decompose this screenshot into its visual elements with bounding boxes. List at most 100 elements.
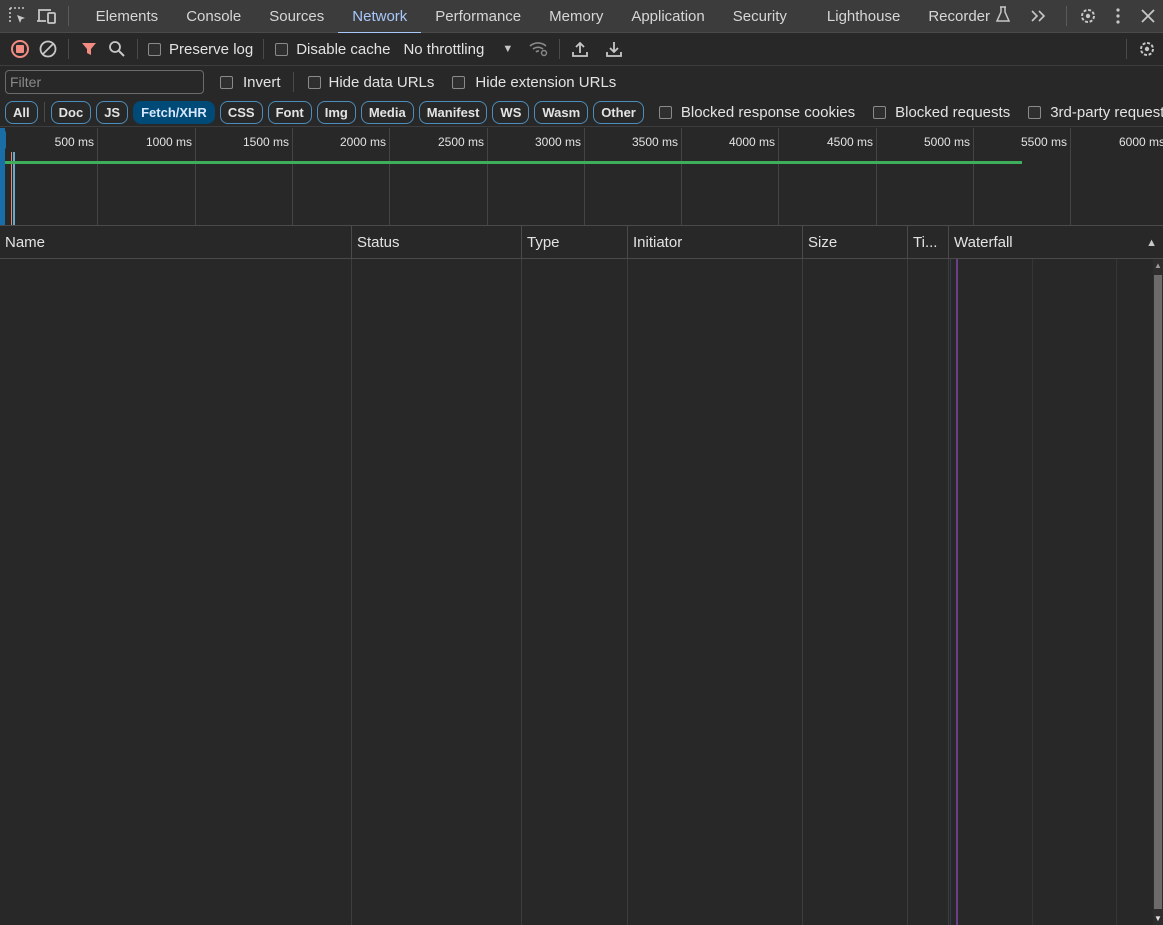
export-har-icon[interactable] [600, 35, 628, 63]
divider [559, 39, 561, 59]
scroll-down-arrow-icon[interactable]: ▼ [1154, 914, 1162, 923]
hide-extension-urls-checkbox[interactable]: Hide extension URLs [452, 74, 616, 91]
overview-tick-label: 1500 ms [242, 135, 289, 149]
filter-icon[interactable] [75, 35, 103, 63]
checkbox-box[interactable] [275, 42, 289, 56]
divider [67, 6, 69, 26]
overview-tick-label: 500 ms [54, 135, 94, 149]
checkbox-box[interactable] [658, 105, 672, 119]
stop-recording-icon[interactable] [6, 35, 34, 63]
filter-chip-manifest[interactable]: Manifest [418, 100, 488, 124]
filter-chip-fetch-xhr[interactable]: Fetch/XHR [133, 100, 215, 124]
network-overview-timeline[interactable]: 500 ms 1000 ms 1500 ms 2000 ms 2500 ms 3000 m… [0, 128, 1163, 226]
overview-gridline [487, 128, 488, 225]
experimental-flask-icon [995, 6, 1011, 26]
tab-memory[interactable]: Memory [535, 0, 617, 33]
device-toolbar-icon[interactable] [33, 0, 62, 33]
tab-performance[interactable]: Performance [421, 0, 535, 33]
tab-application[interactable]: Application [617, 0, 718, 33]
column-header-size[interactable]: Size [803, 226, 908, 259]
filter-chip-media[interactable]: Media [360, 100, 414, 124]
network-settings-gear-icon[interactable] [1133, 35, 1161, 63]
blocked-response-cookies-checkbox[interactable]: Blocked response cookies [658, 103, 856, 121]
waterfall-gridline [1116, 259, 1117, 925]
tab-label: Elements [95, 7, 159, 25]
invert-checkbox[interactable]: Invert [220, 74, 281, 91]
column-label: Waterfall [954, 234, 1013, 251]
hide-data-urls-label: Hide data URLs [328, 73, 435, 91]
checkbox-box[interactable] [148, 42, 161, 56]
column-header-time[interactable]: Ti... [908, 226, 949, 259]
tab-elements[interactable]: Elements [82, 0, 173, 33]
invert-label: Invert [243, 73, 281, 91]
column-label: Size [808, 234, 838, 251]
filter-chip-font[interactable]: Font [267, 100, 312, 124]
checkbox-box[interactable] [873, 105, 887, 119]
tab-sources[interactable]: Sources [255, 0, 338, 33]
more-options-icon[interactable] [1103, 0, 1133, 33]
column-label: Status [357, 234, 400, 251]
filter-chip-doc[interactable]: Doc [50, 100, 92, 124]
filter-chip-img[interactable]: Img [316, 100, 356, 124]
divider [292, 72, 294, 92]
preserve-log-checkbox[interactable]: Preserve log [148, 41, 253, 58]
column-header-name[interactable]: Name [0, 226, 352, 259]
column-header-status[interactable]: Status [352, 226, 522, 259]
import-har-icon[interactable] [566, 35, 594, 63]
divider [1066, 6, 1068, 26]
overview-tick-label: 5000 ms [923, 135, 970, 149]
overview-window-handle-tab[interactable] [0, 130, 6, 150]
column-divider [521, 259, 522, 925]
divider [263, 39, 265, 59]
disable-cache-checkbox[interactable]: Disable cache [275, 41, 390, 58]
hide-data-urls-checkbox[interactable]: Hide data URLs [307, 73, 435, 91]
column-header-waterfall[interactable]: Waterfall ▲ [949, 226, 1163, 259]
network-conditions-icon[interactable] [525, 35, 553, 63]
scroll-up-arrow-icon[interactable]: ▲ [1154, 261, 1162, 270]
checkbox-box[interactable] [452, 75, 466, 89]
throttling-select[interactable]: No throttling ▼ [403, 41, 513, 58]
checkbox-box[interactable] [220, 75, 233, 89]
divider [68, 39, 69, 59]
filter-chip-other[interactable]: Other [593, 100, 644, 124]
checkbox-box[interactable] [307, 75, 321, 89]
table-scrollbar[interactable]: ▲ ▼ [1153, 259, 1163, 925]
settings-gear-icon[interactable] [1073, 0, 1103, 33]
search-icon[interactable] [103, 35, 131, 63]
tab-recorder[interactable]: Recorder [914, 0, 1024, 33]
scrollbar-thumb[interactable] [1154, 275, 1162, 909]
filter-chip-ws[interactable]: WS [492, 100, 530, 124]
tab-lighthouse[interactable]: Lighthouse [813, 0, 914, 33]
more-tabs-icon[interactable] [1024, 0, 1054, 33]
waterfall-dcl-marker [950, 259, 951, 925]
waterfall-gridline [1032, 259, 1033, 925]
blocked-response-cookies-label: Blocked response cookies [680, 103, 856, 121]
inspect-element-icon[interactable] [4, 0, 33, 33]
filter-input[interactable] [5, 70, 204, 94]
overview-tick-label: 2500 ms [437, 135, 484, 149]
filter-chip-css[interactable]: CSS [219, 100, 263, 124]
column-label: Type [527, 234, 560, 251]
clear-icon[interactable] [34, 35, 62, 63]
column-header-type[interactable]: Type [522, 226, 628, 259]
column-header-initiator[interactable]: Initiator [628, 226, 803, 259]
throttling-value: No throttling [403, 40, 485, 58]
third-party-requests-checkbox[interactable]: 3rd-party requests [1028, 104, 1163, 121]
overview-tick-label: 5500 ms [1020, 135, 1067, 149]
column-label: Initiator [633, 234, 683, 251]
blocked-requests-label: Blocked requests [895, 103, 1011, 121]
checkbox-box[interactable] [1028, 105, 1042, 119]
column-label: Ti... [913, 234, 938, 251]
filter-chip-js[interactable]: JS [96, 100, 129, 124]
tab-network[interactable]: Network [338, 0, 422, 34]
divider [43, 102, 45, 122]
close-icon[interactable] [1133, 0, 1163, 33]
tab-console[interactable]: Console [172, 0, 255, 33]
blocked-requests-checkbox[interactable]: Blocked requests [873, 104, 1010, 121]
requests-table-body [0, 259, 1163, 925]
filter-chip-all[interactable]: All [5, 100, 38, 124]
resource-type-filter-row: All Doc JS Fetch/XHR CSS Font Img Media Manifest… [0, 98, 1163, 127]
divider [137, 39, 138, 59]
tab-security[interactable]: Security [719, 0, 801, 33]
filter-chip-wasm[interactable]: Wasm [534, 100, 589, 124]
